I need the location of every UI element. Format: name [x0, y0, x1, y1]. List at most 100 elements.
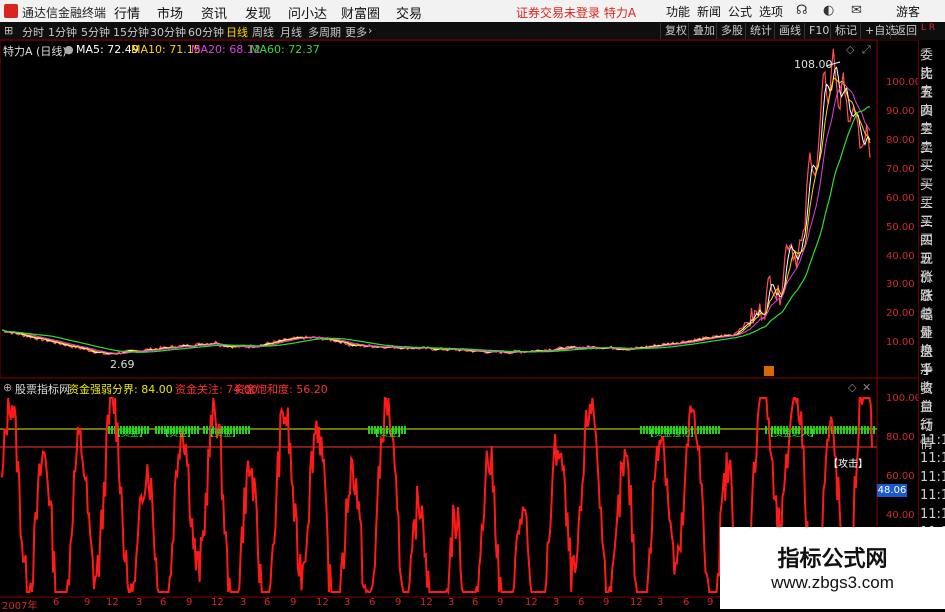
signal-bar	[108, 426, 110, 434]
sub-tick: 80.00	[886, 432, 915, 443]
side-panel-item: 11:1	[920, 506, 945, 522]
readout-fenjie: 资金强弱分界: 84.00	[68, 383, 173, 396]
sub-tick: 60.00	[886, 471, 915, 482]
sub-close-icon[interactable]: ✕	[862, 381, 871, 394]
signal-bar	[864, 426, 866, 434]
x-tick: 9	[497, 597, 504, 608]
signal-bar	[700, 426, 702, 434]
signal-bar	[245, 426, 247, 434]
x-tick: 6	[160, 597, 167, 608]
indicator-name: 股票指标网	[15, 383, 70, 396]
price-tick: 10.00	[886, 337, 915, 348]
x-tick: 12	[420, 597, 433, 608]
x-tick: 3	[240, 597, 247, 608]
x-tick: 6	[53, 597, 60, 608]
signal-bar	[867, 426, 869, 434]
side-panel-item: 11:1	[920, 432, 945, 448]
price-tick: 90.00	[886, 106, 915, 117]
x-tick: 12	[106, 597, 119, 608]
x-tick: 3	[553, 597, 560, 608]
watermark-url: www.zbgs3.com	[771, 573, 894, 592]
signal-bar	[197, 426, 199, 434]
price-tick: 40.00	[886, 251, 915, 262]
low-price-label: 2.69	[110, 358, 135, 371]
x-tick: 12	[525, 597, 538, 608]
signal-bar	[703, 426, 705, 434]
sub-tick: 40.00	[886, 510, 915, 521]
ma20-line	[1, 82, 871, 355]
x-tick: 3	[448, 597, 455, 608]
x-tick: 9	[84, 597, 91, 608]
price-close-line	[1, 48, 871, 355]
x-tick: 9	[290, 597, 297, 608]
x-tick: 9	[395, 597, 402, 608]
high-price-label: 108.00	[794, 58, 833, 71]
signal-bar	[640, 426, 642, 434]
price-tick: 30.00	[886, 279, 915, 290]
signal-bar	[861, 426, 863, 434]
watermark-title: 指标公式网	[777, 547, 888, 572]
signal-bar	[718, 426, 720, 434]
signal-bar	[852, 426, 854, 434]
signal-bar	[837, 426, 839, 434]
readout-baohedu: 资金饱和度: 56.20	[234, 383, 328, 396]
x-tick: 12	[211, 597, 224, 608]
main-chart-border	[0, 39, 878, 379]
panel-corner-label: L R	[921, 23, 936, 33]
side-panel-item: 11:1	[920, 451, 945, 466]
watermark-box: 指标公式网 www.zbgs3.com	[720, 527, 945, 609]
sub-tick: 100.00	[886, 393, 921, 404]
x-tick: 6	[369, 597, 376, 608]
indicator-settings-icon[interactable]: ⊕	[3, 381, 12, 394]
signal-bar	[843, 426, 845, 434]
signal-bar	[248, 426, 250, 434]
signal-bar	[825, 426, 827, 434]
signal-bar	[709, 426, 711, 434]
x-tick: 3	[136, 597, 143, 608]
ma5-line	[1, 66, 871, 355]
signal-bar	[849, 426, 851, 434]
signal-bar	[822, 426, 824, 434]
chart-canvas	[0, 39, 918, 598]
ma60-line	[1, 106, 871, 353]
x-tick: 9	[186, 597, 193, 608]
x-tick: 6	[578, 597, 585, 608]
x-tick: 3	[657, 597, 664, 608]
signal-bar	[819, 426, 821, 434]
event-marker-icon	[764, 366, 774, 376]
signal-label: 【资金】	[370, 429, 407, 439]
price-tick: 70.00	[886, 164, 915, 175]
sub-diamond-icon[interactable]: ◇	[848, 381, 856, 394]
signal-label: 【资金强化】	[645, 429, 700, 439]
x-tick: 12	[316, 597, 329, 608]
x-tick: 3	[344, 597, 351, 608]
price-tick: 80.00	[886, 135, 915, 146]
signal-bar	[242, 426, 244, 434]
signal-bar	[873, 426, 875, 434]
x-tick: 6	[683, 597, 690, 608]
signal-bar	[715, 426, 717, 434]
signal-bar	[846, 426, 848, 434]
current-value-badge: 48.06	[877, 484, 907, 497]
x-tick: 9	[603, 597, 610, 608]
signal-label: 【资金】	[205, 429, 242, 439]
signal-label: 【资金】	[160, 429, 197, 439]
side-panel-item: 11:1	[920, 488, 945, 503]
x-tick: 6	[264, 597, 271, 608]
x-tick: 12	[630, 597, 643, 608]
x-tick: 6	[472, 597, 479, 608]
signal-bar	[712, 426, 714, 434]
signal-bar	[155, 426, 157, 434]
signal-label: 【资金进入】	[765, 429, 820, 439]
ma10-line	[1, 77, 871, 355]
x-tick: 9	[707, 597, 714, 608]
price-tick: 20.00	[886, 308, 915, 319]
x-tick: 2007年	[2, 601, 38, 612]
signal-bar	[840, 426, 842, 434]
signal-bar	[855, 426, 857, 434]
price-tick: 60.00	[886, 193, 915, 204]
signal-label: 【资金】	[112, 429, 149, 439]
price-tick: 50.00	[886, 222, 915, 233]
attack-label: 【攻击】	[828, 459, 868, 470]
side-panel-item: 11:1	[920, 469, 945, 485]
